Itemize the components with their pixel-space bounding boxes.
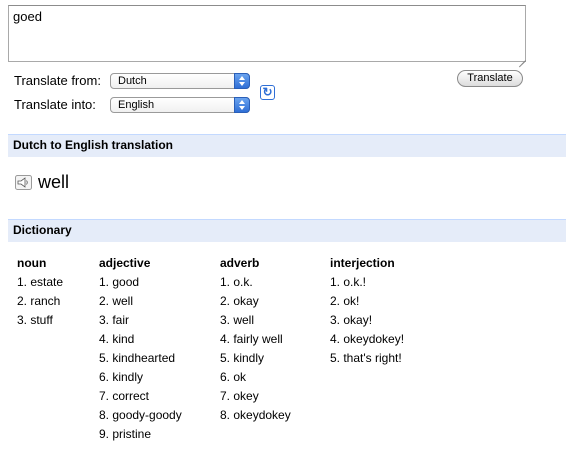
dictionary-entry: 2. okay xyxy=(220,294,259,308)
dictionary-entry: 6. kindly xyxy=(99,370,144,384)
dictionary-entry: 1. o.k.! xyxy=(330,275,367,289)
resize-grip-icon[interactable] xyxy=(518,54,526,62)
dictionary-entry: 2. ranch xyxy=(17,294,61,308)
translation-section-header: Dutch to English translation xyxy=(8,134,566,157)
dictionary-entry: 7. okey xyxy=(220,389,259,403)
dictionary-column-noun: noun 1. estate 2. ranch 3. stuff xyxy=(17,256,63,332)
dictionary-column-interjection: interjection 1. o.k.! 2. ok! 3. okay! 4.… xyxy=(330,256,404,370)
source-language-select[interactable]: Dutch xyxy=(110,73,250,89)
dictionary-pos-label: interjection xyxy=(330,256,395,270)
dictionary-entry: 1. o.k. xyxy=(220,275,253,289)
translate-button[interactable]: Translate xyxy=(457,70,523,87)
dictionary-entry: 7. correct xyxy=(99,389,150,403)
dictionary-entry: 2. ok! xyxy=(330,294,360,308)
dictionary-entry: 8. okeydokey xyxy=(220,408,291,422)
dictionary-entry: 4. okeydokey! xyxy=(330,332,405,346)
dictionary-entry: 1. estate xyxy=(17,275,64,289)
dictionary-entry: 3. okay! xyxy=(330,313,373,327)
dictionary-pos-label: adverb xyxy=(220,256,260,270)
dictionary-entry: 3. stuff xyxy=(17,313,53,327)
dictionary-column-adjective: adjective 1. good 2. well 3. fair 4. kin… xyxy=(99,256,182,446)
target-language-select[interactable]: English xyxy=(110,97,250,113)
dictionary-pos-label: noun xyxy=(17,256,47,270)
select-arrows-icon xyxy=(234,97,250,113)
dictionary-entry: 8. goody-goody xyxy=(99,408,182,422)
dictionary-entry: 4. kind xyxy=(99,332,135,346)
speaker-icon[interactable] xyxy=(15,175,32,190)
translation-result: well xyxy=(38,172,70,192)
dictionary-section-header: Dictionary xyxy=(8,219,566,242)
source-language-value: Dutch xyxy=(118,75,147,87)
dictionary-entry: 9. pristine xyxy=(99,427,152,441)
dictionary-pos-label: adjective xyxy=(99,256,151,270)
select-arrows-icon xyxy=(234,73,250,89)
dictionary-entry: 6. ok xyxy=(220,370,247,384)
source-text-input[interactable]: goed xyxy=(8,5,526,62)
dictionary-entry: 3. fair xyxy=(99,313,130,327)
translate-from-label: Translate from: xyxy=(14,73,101,88)
dictionary-column-adverb: adverb 1. o.k. 2. okay 3. well 4. fairly… xyxy=(220,256,291,427)
dictionary-entry: 5. kindly xyxy=(220,351,265,365)
swap-languages-button[interactable]: ↻ xyxy=(260,85,275,100)
translate-into-label: Translate into: xyxy=(14,97,96,112)
dictionary-entry: 5. that's right! xyxy=(330,351,402,365)
dictionary-entry: 5. kindhearted xyxy=(99,351,176,365)
dictionary-entry: 4. fairly well xyxy=(220,332,283,346)
dictionary-entry: 3. well xyxy=(220,313,255,327)
dictionary-entry: 1. good xyxy=(99,275,140,289)
target-language-value: English xyxy=(118,99,155,111)
swap-languages-icon: ↻ xyxy=(262,85,273,99)
dictionary-entry: 2. well xyxy=(99,294,134,308)
